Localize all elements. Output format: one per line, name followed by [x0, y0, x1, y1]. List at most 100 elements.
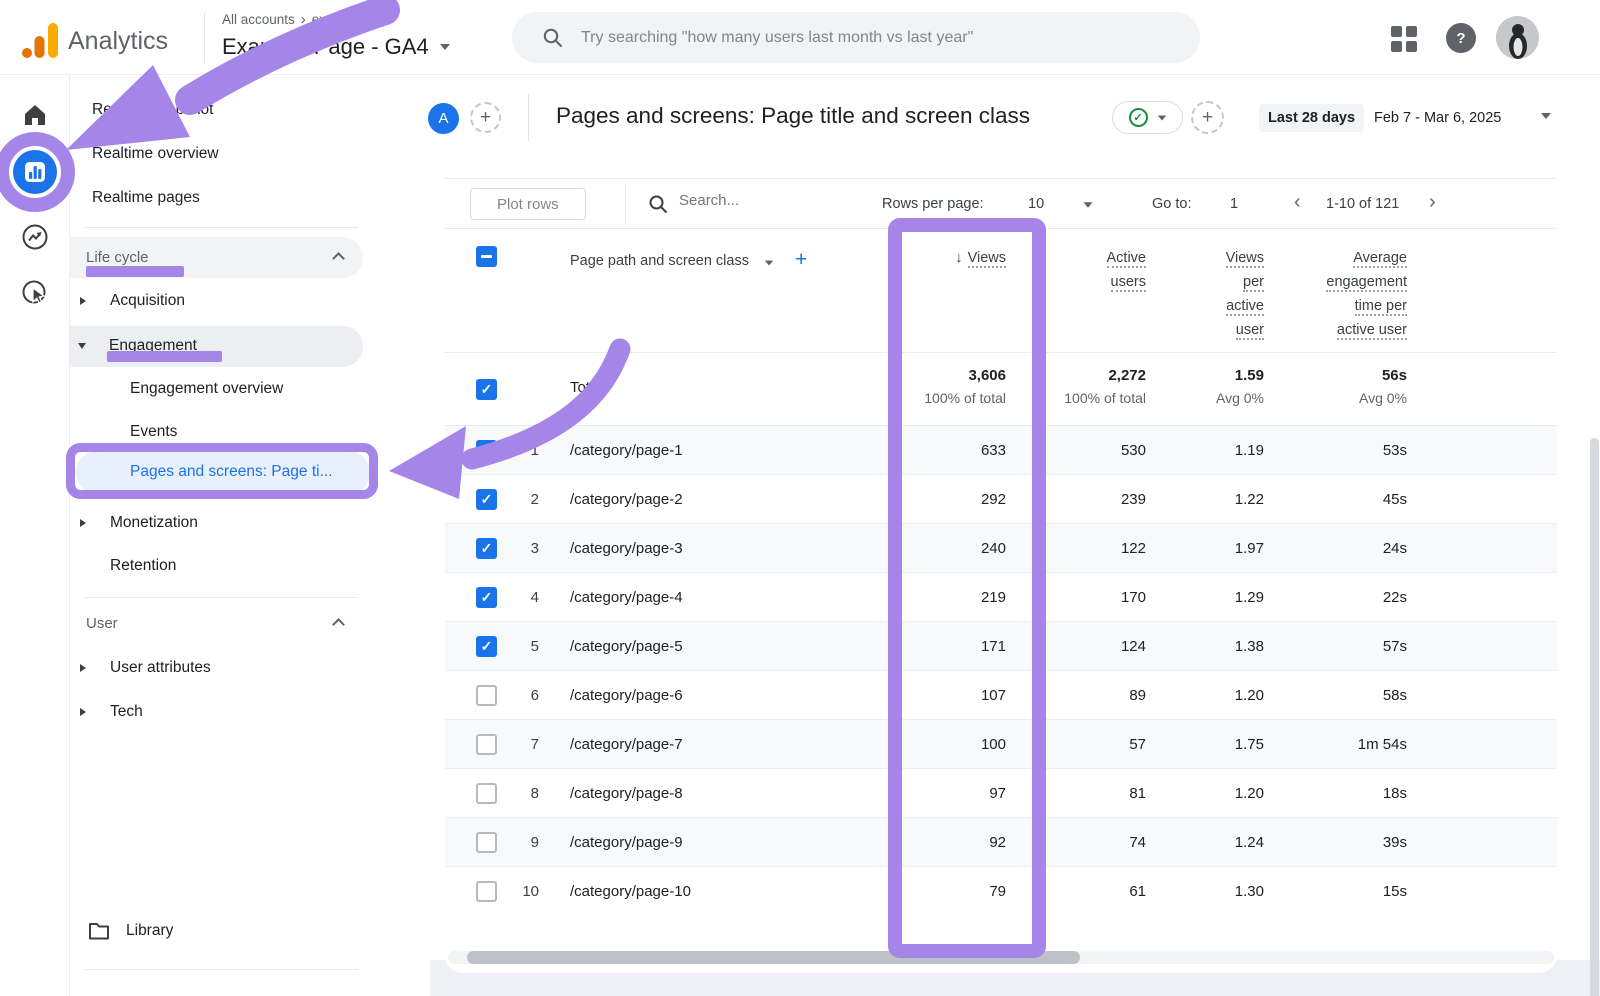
views-value: 79 [736, 867, 1006, 916]
total-checkbox-cell: ✓ [445, 353, 493, 425]
sidebar-item-realtime-pages[interactable]: Realtime pages [92, 184, 200, 212]
go-to-label: Go to: [1152, 196, 1192, 212]
table-header-row: Page path and screen class + ↓ViewsActiv… [445, 229, 1557, 353]
total-views-per-user-cell: 1.59 Avg 0% [1146, 353, 1264, 425]
expand-arrow-icon[interactable] [80, 664, 86, 672]
sidebar-item-tech[interactable]: Tech [80, 698, 143, 726]
header-spacer-cell [1407, 229, 1557, 352]
sidebar-item-user-attributes[interactable]: User attributes [80, 654, 211, 682]
sidebar-item-label: Monetization [110, 514, 198, 532]
report-header-divider [528, 94, 529, 141]
row-index: 6 [493, 671, 545, 719]
previous-page-icon[interactable]: ‹ [1294, 191, 1301, 214]
sidebar-item-acquisition[interactable]: Acquisition [80, 287, 185, 315]
workspace-avatar[interactable]: A [428, 103, 459, 134]
sidebar-section-user[interactable]: User [86, 609, 118, 637]
collapse-arrow-icon[interactable] [78, 343, 86, 349]
sidebar-item-label: Engagement [109, 337, 197, 355]
add-report-button[interactable]: + [470, 102, 501, 133]
table-row: 7/category/page-7100571.751m 54s [445, 720, 1557, 769]
total-spacer-cell [1407, 353, 1557, 425]
expand-arrow-icon[interactable] [80, 297, 86, 305]
column-header-active-users[interactable]: Activeusers [1006, 229, 1146, 352]
row-index: 7 [493, 720, 545, 768]
sidebar-item-library[interactable]: Library [88, 917, 173, 945]
row-index: 3 [493, 524, 545, 572]
sidebar-item-realtime-overview[interactable]: Realtime overview [92, 140, 219, 168]
add-comparison-button[interactable]: + [1191, 101, 1224, 134]
report-status-button[interactable]: ✓ [1112, 101, 1183, 134]
property-selector-label: Example Page - GA4 [222, 34, 429, 60]
active-users-value: 170 [1006, 573, 1146, 621]
section-label: User [86, 615, 118, 632]
date-range-value[interactable]: Feb 7 - Mar 6, 2025 [1374, 104, 1501, 132]
breadcrumb-account[interactable]: All accounts [222, 12, 295, 27]
home-icon[interactable] [21, 101, 49, 129]
avatar[interactable] [1496, 16, 1539, 59]
collapse-chevron-icon[interactable] [332, 618, 345, 631]
views-value: 92 [736, 818, 1006, 866]
row-index: 10 [493, 867, 545, 916]
table-row: ✓2/category/page-22922391.2245s [445, 475, 1557, 524]
sidebar-item-label: Events [130, 423, 177, 441]
expand-arrow-icon[interactable] [80, 708, 86, 716]
help-icon[interactable]: ? [1446, 23, 1476, 53]
explore-icon[interactable] [21, 223, 49, 251]
views-value: 97 [736, 769, 1006, 817]
next-page-icon[interactable]: › [1429, 191, 1436, 214]
date-range-chevron-icon[interactable] [1541, 113, 1551, 119]
engagement-time-value: 53s [1264, 426, 1407, 474]
sidebar-item-engagement[interactable]: Engagement [78, 332, 197, 360]
views-per-user-value: 1.97 [1146, 524, 1264, 572]
sidebar-item-label: Realtime overview [92, 145, 219, 163]
table-search-input[interactable] [679, 192, 849, 209]
views-value: 219 [736, 573, 1006, 621]
table-row: ✓1/category/page-16335301.1953s [445, 426, 1557, 475]
report-table-card: Plot rows Rows per page: 10 Go to: 1 ‹ 1… [445, 178, 1557, 973]
dimension-chevron-icon[interactable] [765, 260, 774, 265]
row-checkbox-cell: ✓ [445, 622, 493, 670]
sidebar-item-label: Acquisition [110, 292, 185, 310]
plot-rows-button[interactable]: Plot rows [470, 188, 586, 220]
sidebar-item-retention[interactable]: Retention [110, 552, 176, 580]
views-per-user-value: 1.38 [1146, 622, 1264, 670]
column-header-avg-engagement-time[interactable]: Averageengagementtime peractive user [1264, 229, 1407, 352]
apps-grid-icon[interactable] [1391, 26, 1417, 52]
sidebar-item-engagement-overview[interactable]: Engagement overview [130, 375, 283, 403]
horizontal-scrollbar-thumb[interactable] [467, 951, 1080, 964]
views-value: 107 [736, 671, 1006, 719]
rows-per-page-chevron-icon[interactable] [1084, 202, 1093, 207]
dimension-header[interactable]: Page path and screen class + [545, 229, 736, 352]
date-range-preset[interactable]: Last 28 days [1259, 104, 1364, 132]
property-selector[interactable]: Example Page - GA4 [222, 30, 450, 64]
chevron-down-icon [440, 44, 450, 50]
sidebar-item-reports-snapshot[interactable]: Reports snapshot [92, 96, 214, 124]
vertical-scrollbar-thumb[interactable] [1590, 438, 1599, 996]
expand-arrow-icon[interactable] [80, 519, 86, 527]
row-checkbox-cell [445, 671, 493, 719]
dimension-header-label: Page path and screen class [570, 253, 749, 269]
page-path: /category/page-10 [545, 867, 736, 916]
reports-nav-icon[interactable] [13, 150, 57, 194]
google-analytics-logo-icon[interactable] [20, 22, 60, 59]
sidebar-section-life-cycle[interactable]: Life cycle [86, 243, 149, 271]
sidebar-item-label: Pages and screens: Page ti... [130, 463, 332, 481]
sidebar-item-events[interactable]: Events [130, 418, 177, 446]
page-path: /category/page-5 [545, 622, 736, 670]
engagement-time-value: 22s [1264, 573, 1407, 621]
breadcrumb-property[interactable]: examplepage [312, 12, 393, 27]
table-row: ✓5/category/page-51711241.3857s [445, 622, 1557, 671]
advertising-icon[interactable] [21, 279, 49, 307]
views-value: 633 [736, 426, 1006, 474]
sidebar-item-pages-and-screens[interactable]: Pages and screens: Page ti... [130, 458, 332, 486]
sidebar-item-monetization[interactable]: Monetization [80, 509, 198, 537]
column-header-views[interactable]: ↓Views [736, 229, 1006, 352]
column-header-views-per-active-user[interactable]: Viewsperactiveuser [1146, 229, 1264, 352]
rows-per-page-value[interactable]: 10 [1028, 196, 1044, 212]
total-active-users-cell: 2,272 100% of total [1006, 353, 1146, 425]
global-search-input[interactable] [581, 29, 1141, 47]
engagement-time-value: 1m 54s [1264, 720, 1407, 768]
go-to-value[interactable]: 1 [1230, 196, 1238, 212]
row-checkbox-cell: ✓ [445, 573, 493, 621]
global-search [512, 12, 1200, 63]
